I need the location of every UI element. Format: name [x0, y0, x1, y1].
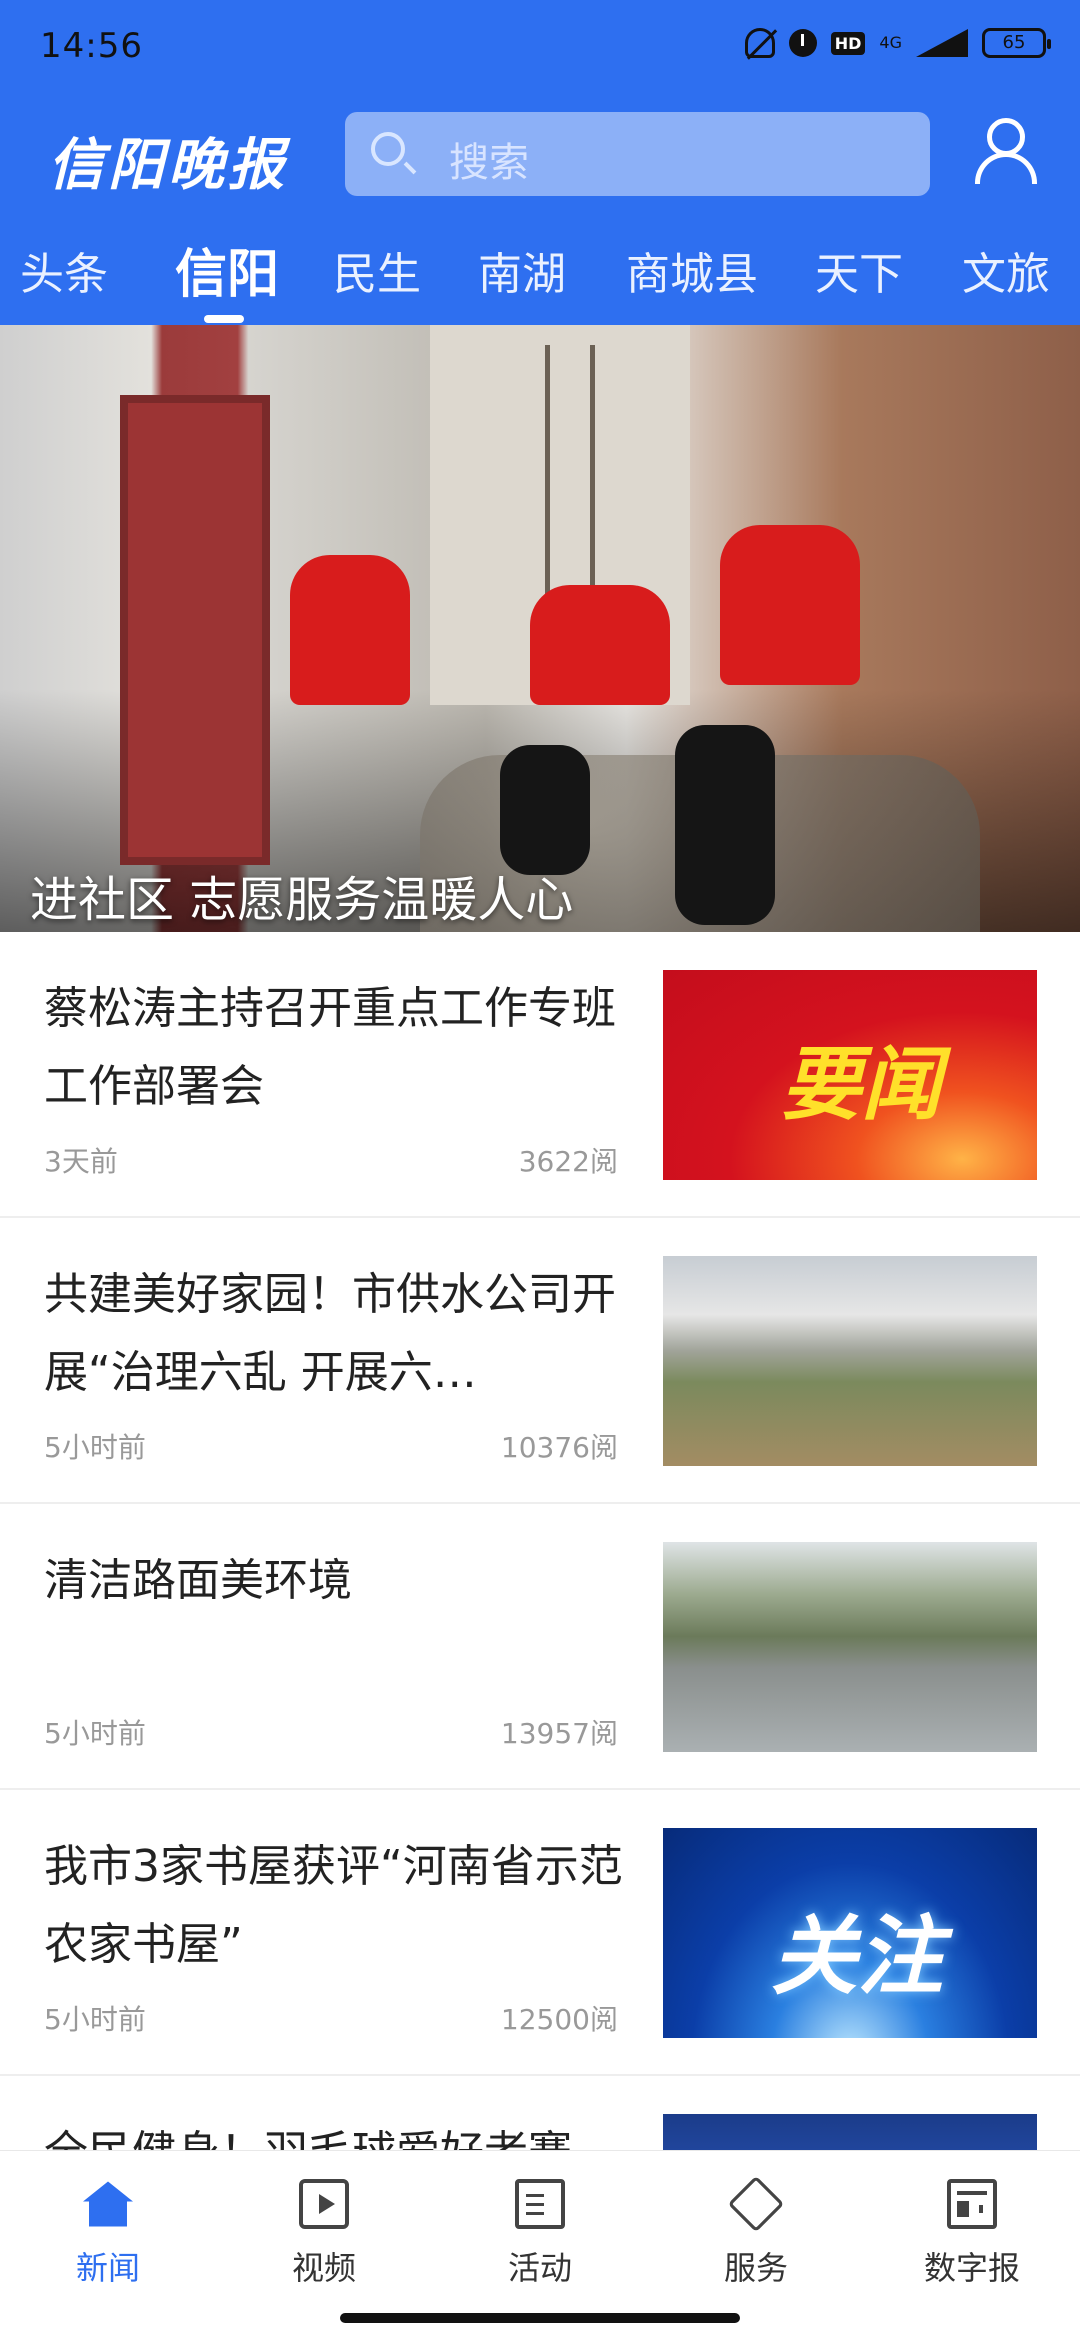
nav-news[interactable]: 新闻 [48, 2179, 168, 2289]
active-tab-indicator [204, 315, 244, 323]
signal-icon [916, 29, 968, 57]
newspaper-icon [947, 2179, 997, 2229]
nav-activity[interactable]: 活动 [480, 2179, 600, 2289]
alarm-clock-icon [788, 29, 817, 57]
network-type: 4G [879, 33, 902, 52]
banner-title[interactable]: 进社区 志愿服务温暖人心 [30, 860, 573, 930]
news-read-count: 12500阅 [500, 2003, 618, 2036]
news-item[interactable]: 清洁路面美环境 5小时前 13957阅 [0, 1504, 1080, 1790]
news-thumbnail [663, 1542, 1037, 1752]
status-bar: 14:56 HD 4G 65 [0, 0, 1080, 95]
news-time: 5小时前 [44, 1717, 146, 1750]
news-title: 共建美好家园！市供水公司开展“治理六乱 开展六… [44, 1269, 616, 1398]
nav-service[interactable]: 服务 [696, 2175, 816, 2289]
nav-label: 新闻 [75, 2249, 140, 2287]
news-thumbnail: 要闻 [663, 970, 1037, 1180]
news-title: 我市3家书屋获评“河南省示范农家书屋” [44, 1841, 623, 1970]
news-item[interactable]: 蔡松涛主持召开重点工作专班工作部署会 3天前 3622阅 要闻 [0, 932, 1080, 1218]
news-thumbnail [663, 1256, 1037, 1466]
nav-label: 服务 [723, 2249, 788, 2287]
news-read-count: 10376阅 [500, 1431, 618, 1464]
banner-image-volunteer [290, 555, 410, 705]
news-read-count: 3622阅 [518, 1145, 618, 1178]
news-list: 蔡松涛主持召开重点工作专班工作部署会 3天前 3622阅 要闻 共建美好家园！市… [0, 932, 1080, 2168]
status-icons: HD 4G 65 [744, 28, 1051, 58]
search-input[interactable]: 搜索 [345, 112, 930, 196]
thumbnail-caption: 关注 [771, 1907, 943, 2007]
video-icon [299, 2179, 349, 2229]
tab-xinyang[interactable]: 信阳 [175, 232, 279, 307]
news-item[interactable]: 共建美好家园！市供水公司开展“治理六乱 开展六… 5小时前 10376阅 [0, 1218, 1080, 1504]
app-logo[interactable]: 信阳晚报 [48, 120, 288, 201]
banner-image-volunteer [720, 525, 860, 685]
nav-video[interactable]: 视频 [264, 2179, 384, 2289]
tab-shangchengxian[interactable]: 商城县 [626, 238, 758, 302]
user-profile-icon[interactable] [975, 118, 1037, 184]
service-icon [727, 2175, 785, 2233]
news-title: 清洁路面美环境 [44, 1555, 352, 1606]
search-placeholder: 搜索 [449, 140, 529, 186]
tab-nanhu[interactable]: 南湖 [478, 238, 566, 302]
banner-image-volunteer [530, 585, 670, 705]
status-time: 14:56 [40, 26, 143, 66]
battery-icon: 65 [982, 28, 1051, 58]
news-item[interactable]: 我市3家书屋获评“河南省示范农家书屋” 5小时前 12500阅 关注 [0, 1790, 1080, 2076]
thumbnail-caption: 要闻 [781, 1038, 941, 1131]
news-time: 3天前 [44, 1145, 118, 1178]
banner-image-bag [500, 745, 590, 875]
news-time: 5小时前 [44, 2003, 146, 2036]
activity-icon [515, 2179, 565, 2229]
tab-toutiao[interactable]: 头条 [20, 238, 108, 302]
banner-image-bag [675, 725, 775, 925]
search-icon [371, 132, 405, 166]
banner-image-door [120, 395, 270, 865]
nav-label: 视频 [291, 2249, 356, 2287]
news-title: 蔡松涛主持召开重点工作专班工作部署会 [44, 983, 616, 1112]
hd-icon: HD [830, 31, 866, 55]
user-icon-body [975, 152, 1037, 184]
app-header: 14:56 HD 4G 65 信阳晚报 搜索 头条 信阳 民生 南湖 商城县 天… [0, 0, 1080, 325]
home-icon [83, 2181, 133, 2227]
nav-label: 活动 [507, 2249, 572, 2287]
mute-bell-icon [744, 28, 775, 58]
nav-digital-paper[interactable]: 数字报 [912, 2179, 1032, 2289]
home-indicator[interactable] [340, 2313, 740, 2323]
category-tabs: 头条 信阳 民生 南湖 商城县 天下 文旅 [0, 238, 1080, 318]
tab-tianxia[interactable]: 天下 [815, 238, 903, 302]
user-icon-head [987, 118, 1025, 156]
banner-carousel[interactable]: 进社区 志愿服务温暖人心 [0, 325, 1080, 932]
news-read-count: 13957阅 [500, 1717, 618, 1750]
news-thumbnail: 关注 [663, 1828, 1037, 2038]
tab-minsheng[interactable]: 民生 [333, 238, 421, 302]
tab-wenlv[interactable]: 文旅 [962, 238, 1050, 302]
nav-label: 数字报 [923, 2249, 1020, 2287]
news-time: 5小时前 [44, 1431, 146, 1464]
